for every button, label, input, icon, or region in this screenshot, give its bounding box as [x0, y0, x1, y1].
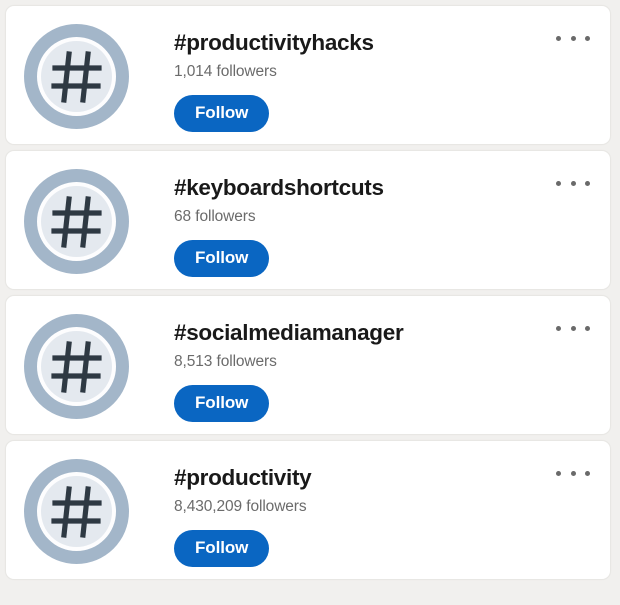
- hashtag-card[interactable]: #socialmediamanager 8,513 followers Foll…: [5, 295, 611, 435]
- follow-button[interactable]: Follow: [174, 240, 270, 278]
- hashtag-card-body: #productivity 8,430,209 followers Follow: [129, 458, 610, 568]
- overflow-dot: [585, 470, 590, 476]
- hashtag-avatar-icon: [24, 459, 129, 564]
- overflow-dot: [556, 180, 561, 186]
- hash-symbol-icon: [50, 340, 103, 393]
- overflow-dot: [556, 35, 561, 41]
- hashtag-card[interactable]: #productivityhacks 1,014 followers Follo…: [5, 5, 611, 145]
- hash-symbol-icon: [50, 485, 103, 538]
- follower-count: 8,513 followers: [174, 352, 277, 370]
- overflow-dot: [570, 325, 576, 331]
- overflow-dot: [570, 35, 576, 41]
- hashtag-list: #productivityhacks 1,014 followers Follo…: [0, 0, 620, 589]
- overflow-menu-icon[interactable]: [556, 316, 590, 340]
- overflow-dot: [570, 180, 576, 186]
- follow-button[interactable]: Follow: [174, 530, 270, 568]
- hash-symbol-icon: [50, 195, 103, 248]
- hash-symbol-icon: [50, 50, 103, 103]
- overflow-dot: [585, 180, 590, 186]
- overflow-menu-icon[interactable]: [556, 26, 590, 50]
- follower-count: 1,014 followers: [174, 62, 277, 80]
- overflow-menu-icon[interactable]: [556, 461, 590, 485]
- hashtag-card[interactable]: #keyboardshortcuts 68 followers Follow: [5, 150, 611, 290]
- hashtag-name: #productivityhacks: [174, 30, 374, 55]
- follow-button[interactable]: Follow: [174, 385, 270, 423]
- hashtag-name: #socialmediamanager: [174, 320, 404, 345]
- overflow-dot: [585, 325, 590, 331]
- overflow-dot: [570, 470, 576, 476]
- hashtag-card[interactable]: #productivity 8,430,209 followers Follow: [5, 440, 611, 580]
- overflow-dot: [585, 35, 590, 41]
- hashtag-name: #productivity: [174, 465, 312, 490]
- follower-count: 8,430,209 followers: [174, 497, 307, 515]
- hashtag-card-body: #productivityhacks 1,014 followers Follo…: [129, 23, 610, 133]
- overflow-dot: [556, 325, 561, 331]
- hashtag-avatar-icon: [24, 314, 129, 419]
- hashtag-avatar-icon: [24, 169, 129, 274]
- hashtag-card-body: #keyboardshortcuts 68 followers Follow: [129, 168, 610, 278]
- overflow-menu-icon[interactable]: [556, 171, 590, 195]
- hashtag-name: #keyboardshortcuts: [174, 175, 384, 200]
- follower-count: 68 followers: [174, 207, 256, 225]
- follow-button[interactable]: Follow: [174, 95, 270, 133]
- hashtag-card-body: #socialmediamanager 8,513 followers Foll…: [129, 313, 610, 423]
- overflow-dot: [556, 470, 561, 476]
- hashtag-avatar-icon: [24, 24, 129, 129]
